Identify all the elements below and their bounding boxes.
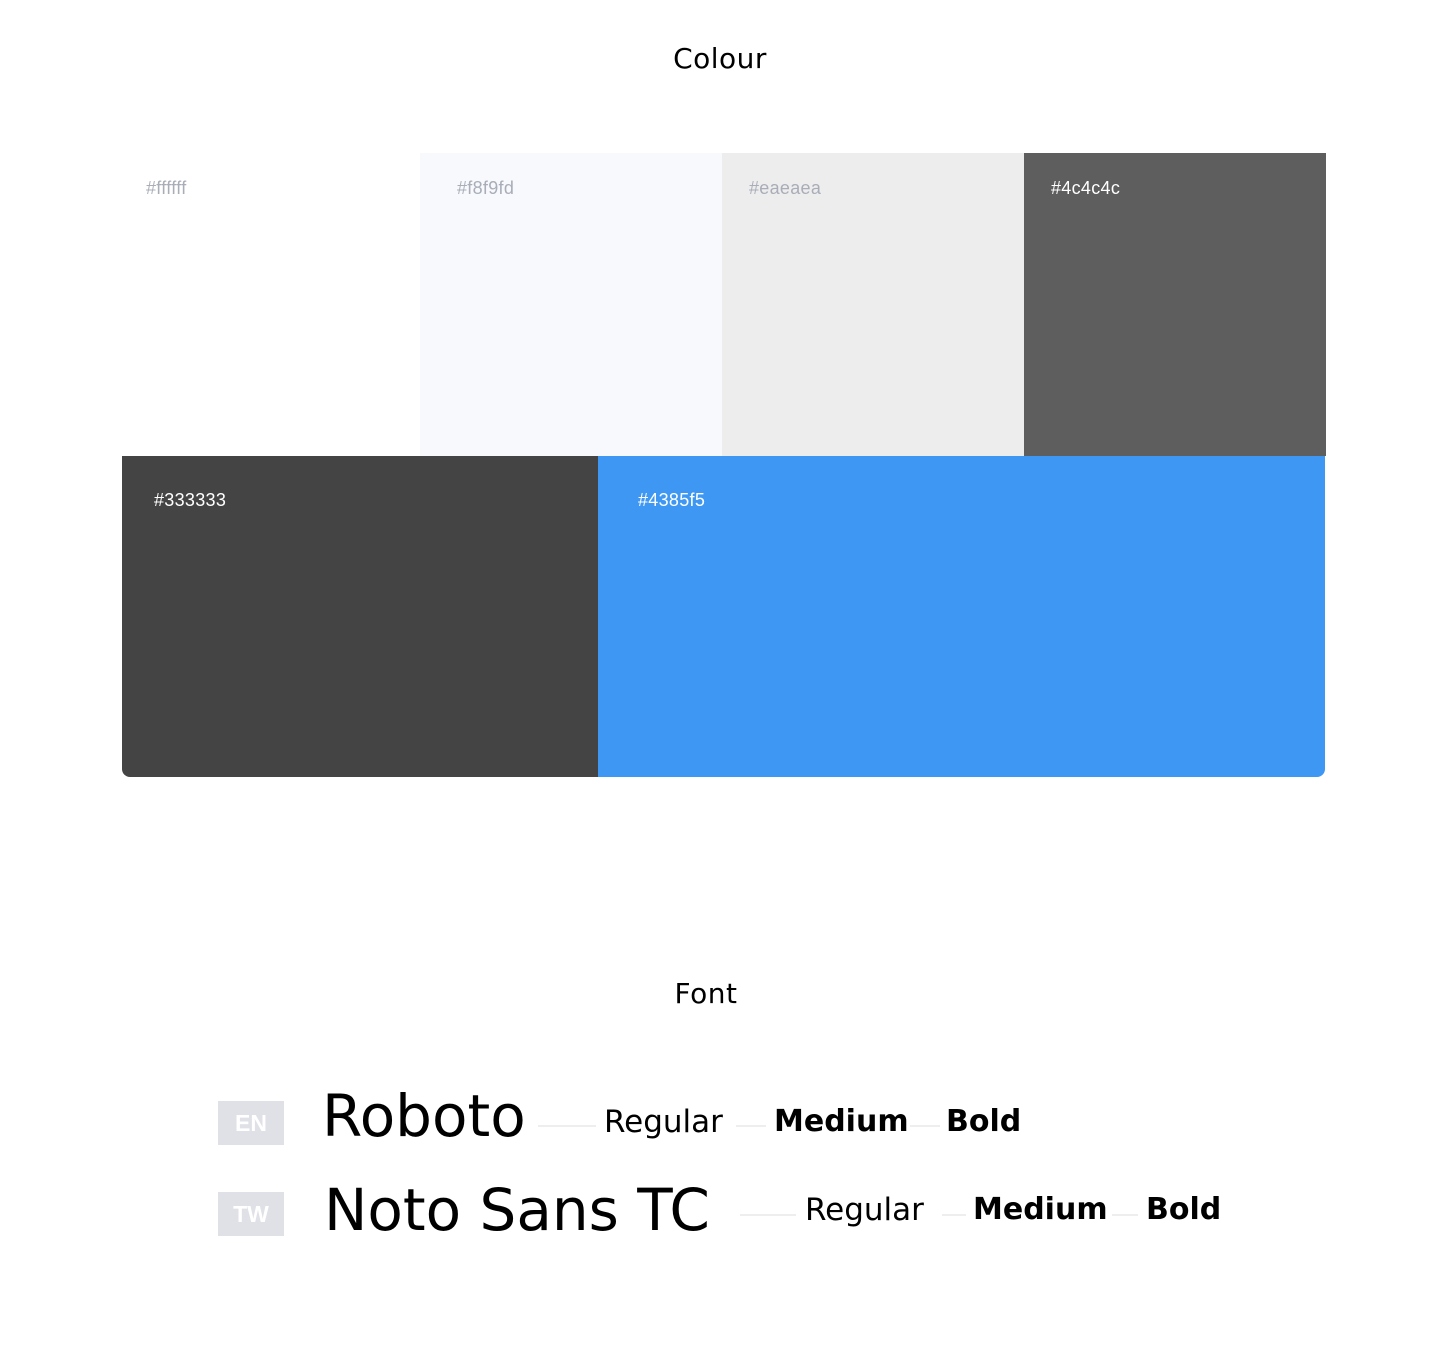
- connector-line: [1112, 1214, 1138, 1216]
- connector-line: [942, 1214, 966, 1216]
- weight-medium: Medium: [774, 1104, 909, 1139]
- font-section-title: Font: [674, 977, 738, 1010]
- swatch-label: #4385f5: [638, 490, 706, 510]
- swatch-ffffff: #ffffff: [122, 153, 420, 456]
- weight-regular: Regular: [805, 1192, 924, 1228]
- connector-line: [538, 1125, 596, 1127]
- swatch-label: #eaeaea: [749, 178, 822, 198]
- swatch-label: #f8f9fd: [457, 178, 515, 198]
- connector-line: [740, 1214, 796, 1216]
- language-tag: EN: [218, 1101, 284, 1145]
- swatch-4c4c4c: #4c4c4c: [1024, 153, 1326, 456]
- font-row-en: EN Roboto Regular Medium Bold: [0, 1082, 1440, 1162]
- swatch-eaeaea: #eaeaea: [722, 153, 1024, 456]
- weight-medium: Medium: [973, 1192, 1108, 1227]
- language-tag: TW: [218, 1192, 284, 1236]
- swatch-4385f5: #4385f5: [598, 456, 1325, 777]
- swatch-f8f9fd: #f8f9fd: [420, 153, 722, 456]
- font-family-name: Roboto: [322, 1082, 526, 1150]
- swatch-label: #333333: [154, 490, 227, 510]
- connector-line: [910, 1125, 940, 1127]
- colour-section-title: Colour: [673, 42, 767, 75]
- weight-bold: Bold: [946, 1104, 1022, 1139]
- weight-regular: Regular: [604, 1104, 723, 1140]
- swatch-label: #ffffff: [146, 178, 187, 198]
- connector-line: [736, 1125, 766, 1127]
- swatch-333333: #333333: [122, 456, 598, 777]
- font-family-name: Noto Sans TC: [324, 1176, 710, 1244]
- weight-bold: Bold: [1146, 1192, 1222, 1227]
- font-row-tw: TW Noto Sans TC Regular Medium Bold: [0, 1176, 1440, 1256]
- swatch-label: #4c4c4c: [1051, 178, 1121, 198]
